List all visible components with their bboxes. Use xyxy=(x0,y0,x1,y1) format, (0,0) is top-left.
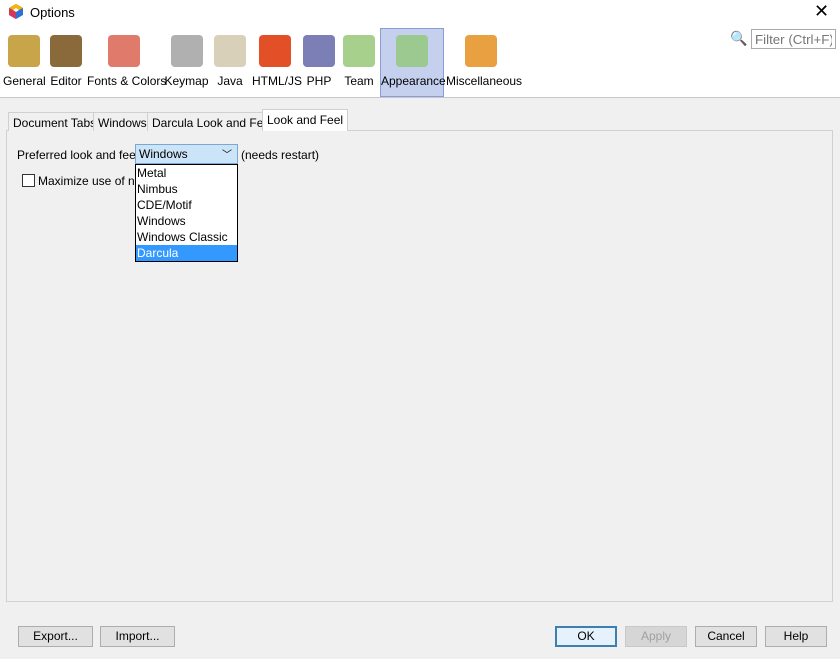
option-windows[interactable]: Windows xyxy=(136,213,237,229)
import-button[interactable]: Import... xyxy=(100,626,175,647)
content-panel xyxy=(6,130,833,602)
fonts-colors-icon xyxy=(108,35,140,67)
category-label: Team xyxy=(344,74,374,88)
app-logo-icon xyxy=(9,4,23,19)
close-button[interactable]: ✕ xyxy=(814,1,829,21)
option-nimbus[interactable]: Nimbus xyxy=(136,181,237,197)
option-darcula[interactable]: Darcula xyxy=(136,245,237,261)
category-general[interactable]: General xyxy=(2,28,46,97)
maximize-checkbox[interactable] xyxy=(22,174,35,187)
tab-document-tabs[interactable]: Document Tabs xyxy=(8,112,102,131)
category-label: Miscellaneous xyxy=(446,74,523,88)
tab-windows[interactable]: Windows xyxy=(93,112,152,131)
category-label: HTML/JS xyxy=(252,74,303,88)
category-keymap[interactable]: Keymap xyxy=(163,28,210,97)
category-php[interactable]: PHP xyxy=(302,28,336,97)
option-windows-classic[interactable]: Windows Classic xyxy=(136,229,237,245)
category-fonts-colors[interactable]: Fonts & Colors xyxy=(86,28,167,97)
appearance-icon xyxy=(396,35,428,67)
category-label: Appearance xyxy=(381,74,446,88)
option-metal[interactable]: Metal xyxy=(136,165,237,181)
category-team[interactable]: Team xyxy=(340,28,378,97)
cancel-button[interactable]: Cancel xyxy=(695,626,757,647)
category-label: Java xyxy=(217,74,243,88)
ok-button[interactable]: OK xyxy=(555,626,617,647)
export-button[interactable]: Export... xyxy=(18,626,93,647)
title-bar xyxy=(0,0,840,24)
book-pencil-icon xyxy=(50,35,82,67)
gear-wrench-icon xyxy=(7,35,40,67)
category-appearance[interactable]: Appearance xyxy=(380,28,446,97)
filter-input[interactable] xyxy=(751,29,836,49)
window-title: Options xyxy=(30,5,75,20)
category-label: Editor xyxy=(50,74,82,88)
needs-restart-note: (needs restart) xyxy=(241,148,320,162)
category-html-js[interactable]: HTML/JS xyxy=(251,28,303,97)
category-label: Fonts & Colors xyxy=(87,74,167,88)
search-icon: 🔍 xyxy=(730,30,748,46)
category-label: Keymap xyxy=(164,74,209,88)
category-editor[interactable]: Editor xyxy=(47,28,85,97)
folder-gear-icon xyxy=(465,35,497,67)
cubes-icon xyxy=(343,35,375,67)
category-java[interactable]: Java xyxy=(212,28,248,97)
maximize-checkbox-label[interactable]: Maximize use of nati xyxy=(38,174,147,188)
category-label: General xyxy=(3,74,46,88)
coffee-cup-icon xyxy=(214,35,246,67)
php-icon xyxy=(303,35,335,67)
help-button[interactable]: Help xyxy=(765,626,827,647)
html5-icon xyxy=(259,35,291,67)
preferred-look-label: Preferred look and feel: xyxy=(17,148,142,162)
category-label: PHP xyxy=(306,74,332,88)
option-cde-motif[interactable]: CDE/Motif xyxy=(136,197,237,213)
tab-darcula-look-and-feel[interactable]: Darcula Look and Feel xyxy=(147,112,278,131)
category-miscellaneous[interactable]: Miscellaneous xyxy=(445,28,523,97)
look-and-feel-dropdown-list: Metal Nimbus CDE/Motif Windows Windows C… xyxy=(135,164,238,262)
apply-button: Apply xyxy=(625,626,687,647)
chevron-down-icon[interactable]: ﹀ xyxy=(222,146,232,161)
keyboard-icon xyxy=(170,35,203,67)
tab-look-and-feel[interactable]: Look and Feel xyxy=(262,109,349,131)
